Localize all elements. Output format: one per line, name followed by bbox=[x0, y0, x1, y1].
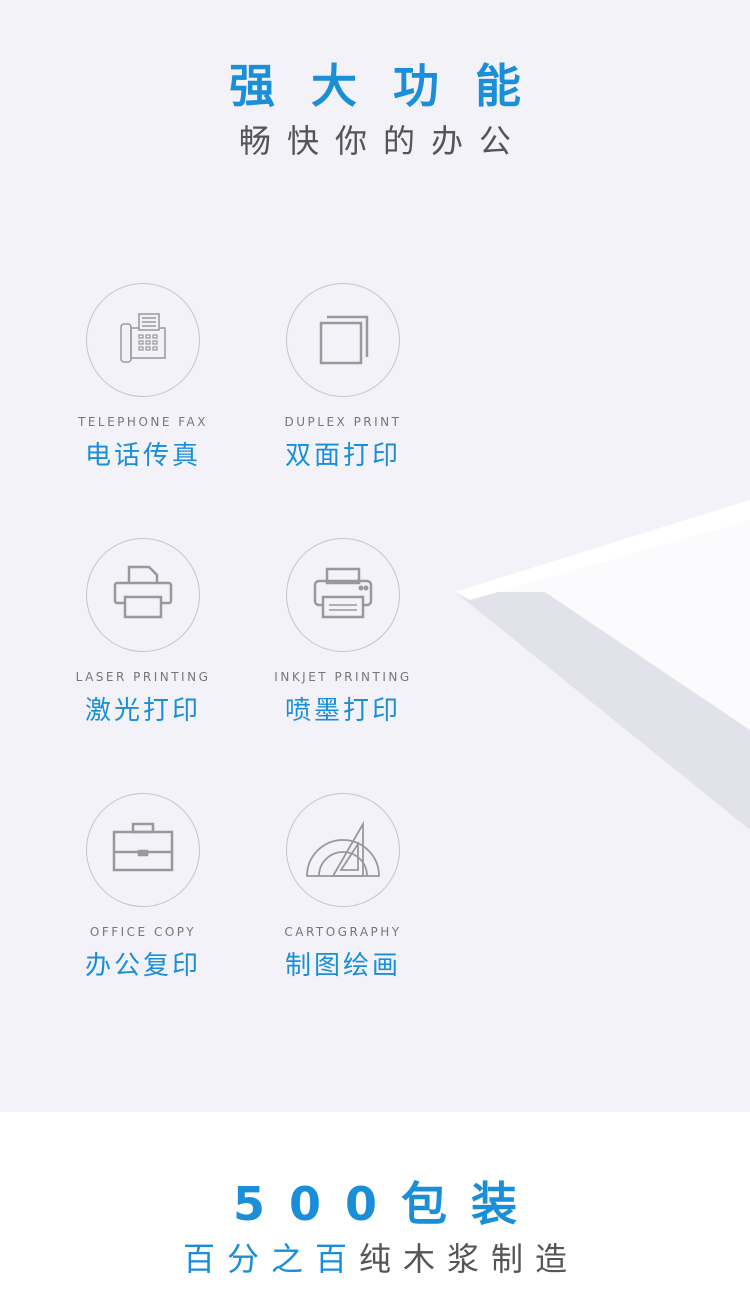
subtitle-highlight: 百分之百 bbox=[182, 1240, 359, 1278]
feature-en-label: CARTOGRAPHY bbox=[284, 925, 402, 939]
feature-zh-label: 双面打印 bbox=[284, 441, 401, 471]
protractor-triangle-icon bbox=[306, 820, 380, 877]
feature-zh-label: 制图绘画 bbox=[284, 951, 401, 981]
feature-office-copy: OFFICE COPY 办公复印 bbox=[43, 793, 243, 982]
feature-en-label: OFFICE COPY bbox=[89, 925, 197, 939]
section-title: 强大功能 bbox=[229, 59, 557, 113]
subtitle-rest: 纯木浆制造 bbox=[359, 1240, 580, 1278]
duplex-pages-icon bbox=[319, 315, 369, 365]
feature-zh-label: 办公复印 bbox=[84, 951, 201, 981]
briefcase-icon bbox=[112, 822, 174, 872]
feature-zh-label: 喷墨打印 bbox=[284, 696, 401, 726]
feature-cartography: CARTOGRAPHY 制图绘画 bbox=[243, 793, 443, 982]
feature-en-label: TELEPHONE FAX bbox=[78, 415, 208, 429]
feature-duplex: DUPLEX PRINT 双面打印 bbox=[243, 283, 443, 472]
feature-en-label: INKJET PRINTING bbox=[274, 670, 412, 684]
inkjet-printer-icon bbox=[313, 567, 373, 619]
feature-fax: TELEPHONE FAX 电话传真 bbox=[43, 283, 243, 472]
package-title: 500包装 bbox=[232, 1177, 542, 1231]
feature-zh-label: 激光打印 bbox=[84, 696, 201, 726]
feature-en-label: DUPLEX PRINT bbox=[284, 415, 402, 429]
package-subtitle: 百分之百纯木浆制造 bbox=[0, 1234, 750, 1280]
feature-inkjet: INKJET PRINTING 喷墨打印 bbox=[243, 538, 443, 727]
laser-printer-icon bbox=[113, 565, 173, 619]
feature-laser: LASER PRINTING 激光打印 bbox=[43, 538, 243, 727]
section-subtitle: 畅快你的办公 bbox=[238, 122, 527, 160]
feature-en-label: LASER PRINTING bbox=[75, 670, 211, 684]
feature-zh-label: 电话传真 bbox=[84, 441, 201, 471]
fax-icon bbox=[120, 313, 166, 363]
